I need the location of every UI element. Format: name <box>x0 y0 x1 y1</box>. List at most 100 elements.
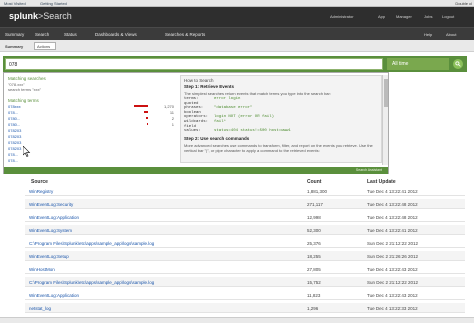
source-link[interactable]: WinEventLog:Security <box>29 202 73 207</box>
term-item[interactable]: 078203 <box>8 128 176 133</box>
term-label: 0780... <box>8 116 21 121</box>
term-item[interactable]: 0780... 1 <box>8 122 176 127</box>
term-label: 078203 <box>8 140 22 145</box>
help-panel: How to Search Step 1: Retrieve Events Th… <box>180 75 382 163</box>
term-item[interactable]: 078... <box>8 158 176 163</box>
help-example-key: wildcards: <box>184 120 209 124</box>
nav-searches-reports[interactable]: Searches & Reports <box>165 32 205 37</box>
matching-search-item[interactable]: search terms "xxx" <box>8 87 41 92</box>
search-input[interactable]: 078 <box>5 58 383 70</box>
help-example-row: boolean operators: login NOT (error OR fa… <box>184 111 378 119</box>
count-cell: 18,255 <box>307 254 321 259</box>
view-subbar: Summary Actions <box>0 40 474 52</box>
term-frequency-bar <box>144 111 148 113</box>
matching-terms-heading: Matching terms <box>8 98 39 103</box>
term-frequency-bar <box>146 117 148 119</box>
table-row: WinEventLog:Application 12,998 Tue Dec 4 1… <box>25 212 465 222</box>
term-item[interactable]: 078203 <box>8 140 176 145</box>
help-step2-text: More advanced searches use commands to t… <box>184 143 373 153</box>
last-update-cell: Tue Dec 4 13:22:41 2012 <box>367 228 418 233</box>
last-update-cell: Tue Dec 4 13:22:43 2012 <box>367 293 418 298</box>
help-example-key: field values: <box>184 125 201 133</box>
app-nav: Summary Search Status Dashboards & Views… <box>0 27 474 40</box>
typeahead-panel: Matching searches "078.xxx" search terms… <box>6 75 180 165</box>
nav-help[interactable]: Help <box>424 32 432 37</box>
bookmarks-bar: Most Visited Getting Started Double cl <box>0 0 474 7</box>
help-title: How to Search <box>184 78 214 83</box>
col-source-header[interactable]: Source <box>31 179 48 185</box>
table-row: WinEventLog:Application 11,823 Tue Dec 4 1… <box>25 290 465 300</box>
term-label: 078... <box>8 152 19 157</box>
last-update-cell: Tue Dec 4 13:22:43 2012 <box>367 267 418 272</box>
time-range-picker[interactable]: All time <box>387 58 449 70</box>
scrollbar-thumb[interactable] <box>384 79 388 107</box>
help-example-row: terms: error login <box>184 97 378 101</box>
header-user[interactable]: Administrator <box>330 14 354 19</box>
source-link[interactable]: C:\Program Files\Splunk\etc\apps\sample_… <box>29 241 154 246</box>
search-assistant: Matching searches "078.xxx" search terms… <box>3 72 389 174</box>
header-logout-link[interactable]: Logout <box>442 14 454 19</box>
assistant-scrollbar[interactable] <box>382 75 388 165</box>
nav-status[interactable]: Status <box>64 32 77 37</box>
term-item[interactable]: 078... 11 <box>8 110 176 115</box>
count-cell: 52,300 <box>307 228 321 233</box>
table-row: C:\Program Files\Splunk\etc\apps\sample_… <box>25 277 465 287</box>
source-link[interactable]: WinEventLog:Application <box>29 215 79 220</box>
nav-search[interactable]: Search <box>35 32 49 37</box>
help-examples: terms: error login quoted phrases: "databas… <box>184 97 378 133</box>
source-link[interactable]: WinRegistry <box>29 189 53 194</box>
term-item[interactable]: 0780... 2 <box>8 116 176 121</box>
term-frequency-bar <box>134 105 148 107</box>
term-item[interactable]: 078xxx 1,270 <box>8 104 176 109</box>
nav-summary[interactable]: Summary <box>5 32 24 37</box>
help-example-value: error login <box>214 97 241 101</box>
nav-about[interactable]: About <box>446 32 456 37</box>
help-example-key: terms: <box>184 97 199 101</box>
source-link[interactable]: C:\Program Files\Splunk\etc\apps\sample_… <box>29 280 154 285</box>
help-intro: The simplest searches return events that… <box>184 91 331 96</box>
header-manager-link[interactable]: Manager <box>396 14 412 19</box>
term-count: 11 <box>169 110 174 115</box>
term-label: 078... <box>8 110 19 115</box>
table-row: WinEventLog:Setup 18,255 Sun Dec 2 21:26:2… <box>25 251 465 261</box>
col-count-header[interactable]: Count <box>307 179 321 185</box>
count-cell: 27,805 <box>307 267 321 272</box>
help-example-row: quoted phrases: "database error" <box>184 102 378 110</box>
count-cell: 25,376 <box>307 241 321 246</box>
assistant-footer-label[interactable]: Search Assistant <box>356 168 382 172</box>
source-link[interactable]: WinEventLog:Application <box>29 293 79 298</box>
last-update-cell: Tue Dec 4 13:22:48 2012 <box>367 215 418 220</box>
term-label: 078... <box>8 158 19 163</box>
table-row: WinEventLog:Security 271,117 Tue Dec 4 13:… <box>25 199 465 209</box>
term-item[interactable]: 078203 <box>8 146 176 151</box>
header-jobs-link[interactable]: Jobs <box>424 14 432 19</box>
term-label: 0780... <box>8 122 21 127</box>
last-update-cell: Tue Dec 4 13:22:33 2012 <box>367 306 418 311</box>
header-app-link[interactable]: App <box>378 14 385 19</box>
table-row: WinRegistry 1,881,300 Tue Dec 4 13:22:41 2… <box>25 186 465 196</box>
term-item[interactable]: 078203 <box>8 134 176 139</box>
actions-select[interactable]: Actions <box>34 42 56 50</box>
help-example-key: quoted phrases: <box>184 102 204 110</box>
col-last-update-header[interactable]: Last Update <box>367 179 396 185</box>
last-update-cell: Tue Dec 4 13:22:41 2012 <box>367 189 418 194</box>
help-example-row: field values: status=404 status!=500 host… <box>184 125 378 133</box>
bookmark-most-visited[interactable]: Most Visited <box>4 1 26 6</box>
term-item[interactable]: 078... <box>8 152 176 157</box>
bookmark-getting-started[interactable]: Getting Started <box>40 1 67 6</box>
source-link[interactable]: WinEventLog:System <box>29 228 72 233</box>
help-example-value: "database error" <box>214 106 253 110</box>
logo-sub: >Search <box>38 11 72 21</box>
source-link[interactable]: WinEventLog:Setup <box>29 254 69 259</box>
term-label: 078203 <box>8 128 22 133</box>
table-row: C:\Program Files\Splunk\etc\apps\sample_… <box>25 238 465 248</box>
view-label: Summary <box>5 44 24 49</box>
magnifier-icon <box>455 61 461 67</box>
term-frequency-bar <box>147 123 148 125</box>
nav-dashboards[interactable]: Dashboards & Views <box>95 32 137 37</box>
splunk-logo[interactable]: splunk>Search <box>9 11 72 21</box>
source-link[interactable]: netstat_log <box>29 306 51 311</box>
help-example-value: status=404 status!=500 host=www1 <box>214 129 291 133</box>
search-button[interactable] <box>453 59 463 69</box>
source-link[interactable]: WinHostMon <box>29 267 55 272</box>
